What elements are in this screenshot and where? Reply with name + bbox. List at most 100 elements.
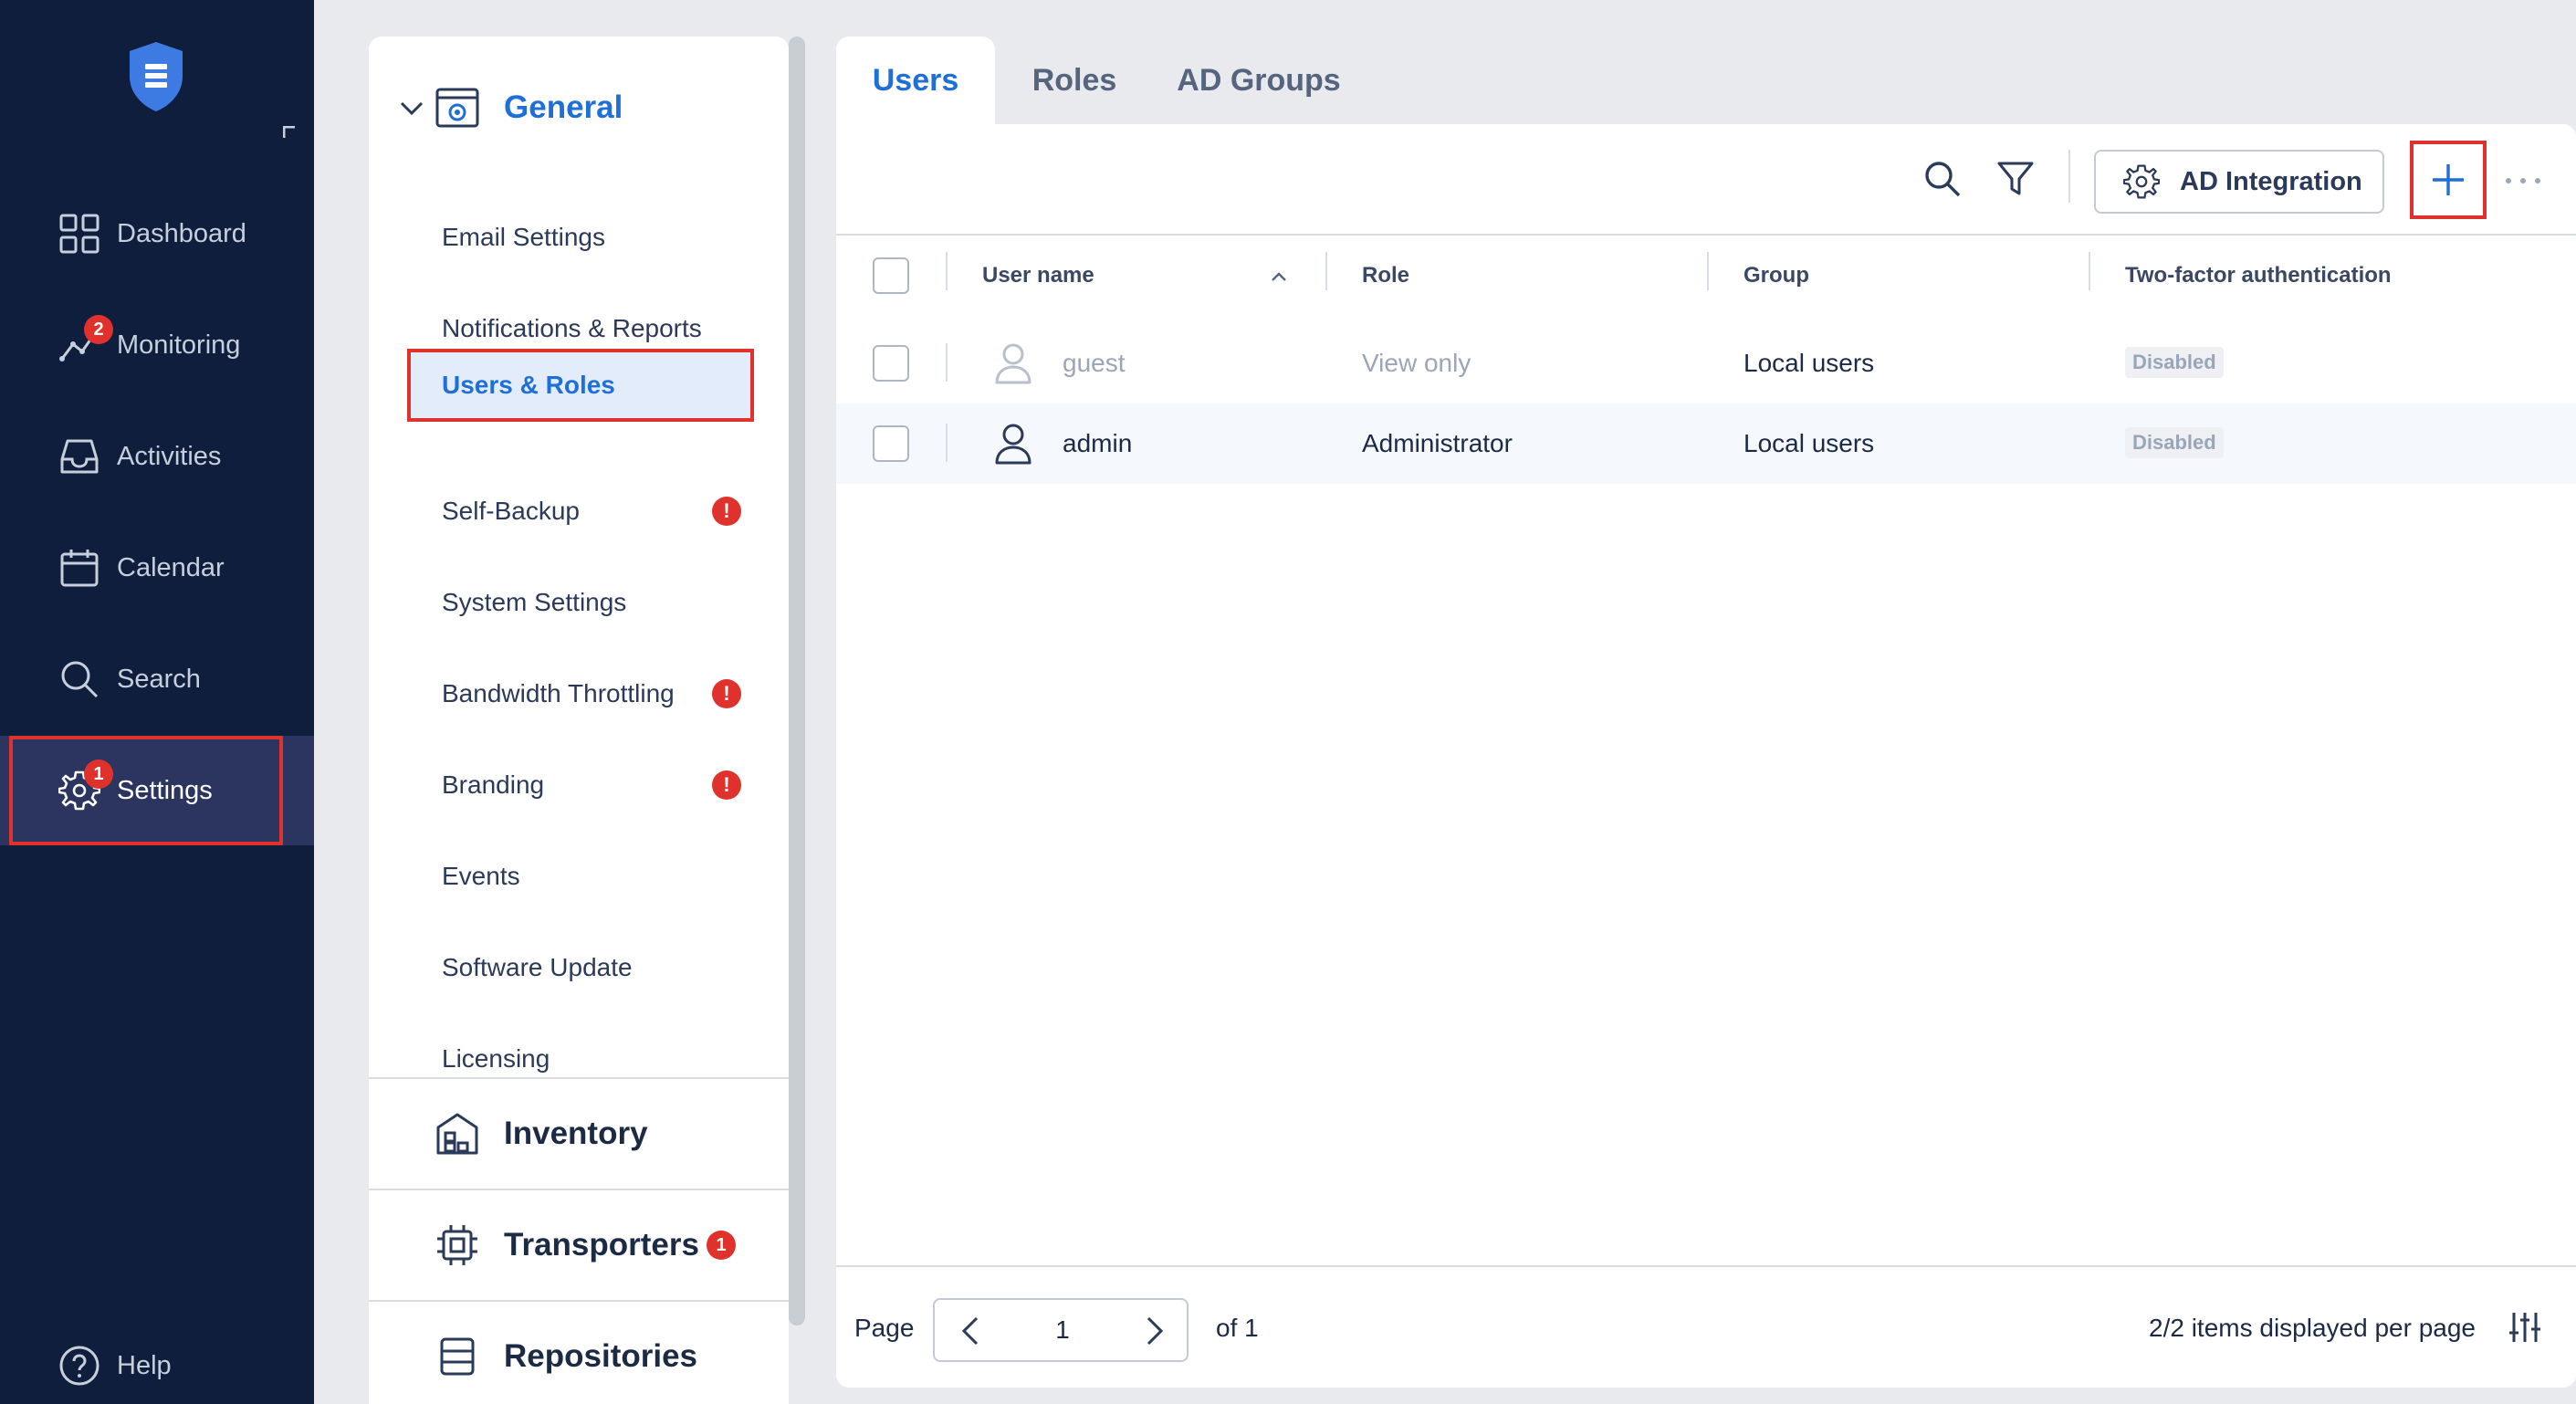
nav-item-label: Activities bbox=[117, 441, 222, 471]
column-divider bbox=[1707, 252, 1709, 290]
submenu-item-email-settings[interactable]: Email Settings bbox=[407, 203, 754, 272]
column-header-user-name[interactable]: User name bbox=[982, 236, 1094, 316]
nav-item-monitoring[interactable]: 2 Monitoring bbox=[0, 295, 314, 395]
row-checkbox[interactable] bbox=[873, 345, 909, 382]
submenu-item-label: Branding bbox=[442, 770, 545, 799]
settings-submenu: General Email Settings Notifications & R… bbox=[369, 37, 789, 1404]
nav-item-settings[interactable]: 1 Settings bbox=[0, 736, 314, 845]
page-number-input[interactable] bbox=[1017, 1300, 1108, 1360]
tab-users[interactable]: Users bbox=[836, 37, 995, 124]
group-general-header[interactable]: General bbox=[369, 53, 789, 162]
user-icon bbox=[995, 343, 1031, 384]
help-icon bbox=[59, 1346, 99, 1386]
group-title: Inventory bbox=[504, 1116, 648, 1151]
chevron-down-icon bbox=[400, 101, 424, 116]
users-panel: AD Integration User name Role Group Two-… bbox=[836, 124, 2576, 1388]
chevron-right-icon[interactable] bbox=[1134, 1311, 1174, 1351]
submenu-item-self-backup[interactable]: Self-Backup ! bbox=[407, 477, 754, 546]
submenu-item-users-roles[interactable]: Users & Roles bbox=[407, 349, 754, 422]
calendar-icon bbox=[60, 550, 99, 587]
storage-icon bbox=[440, 1337, 475, 1376]
warning-icon: ! bbox=[712, 497, 741, 526]
column-header-label: Role bbox=[1362, 263, 1410, 288]
more-options-icon[interactable] bbox=[2503, 161, 2543, 201]
page-label: Page bbox=[854, 1314, 915, 1342]
user-icon bbox=[995, 424, 1031, 465]
submenu-item-system-settings[interactable]: System Settings bbox=[407, 568, 754, 637]
nav-item-label: Search bbox=[117, 664, 201, 694]
column-divider bbox=[1325, 252, 1327, 290]
group-transporters-header[interactable]: Transporters 1 bbox=[369, 1190, 789, 1300]
notification-badge: 2 bbox=[84, 315, 113, 344]
sort-ascending-icon[interactable] bbox=[1269, 267, 1289, 287]
submenu-item-events[interactable]: Events bbox=[407, 842, 754, 911]
table-row[interactable]: guest View only Local users Disabled bbox=[836, 323, 2576, 403]
submenu-item-label: Bandwidth Throttling bbox=[442, 679, 675, 707]
submenu-item-label: Software Update bbox=[442, 953, 633, 981]
column-settings-icon[interactable] bbox=[2507, 1309, 2543, 1346]
submenu-item-label: Self-Backup bbox=[442, 497, 580, 525]
collapse-sidebar-icon[interactable] bbox=[283, 126, 296, 139]
filter-icon[interactable] bbox=[1995, 159, 2036, 199]
nav-item-calendar[interactable]: Calendar bbox=[0, 518, 314, 618]
nav-item-label: Dashboard bbox=[117, 218, 246, 248]
submenu-item-software-update[interactable]: Software Update bbox=[407, 933, 754, 1002]
toolbar: AD Integration bbox=[836, 124, 2576, 236]
page-total-label: of 1 bbox=[1216, 1314, 1259, 1342]
page-selector bbox=[933, 1298, 1189, 1362]
column-header-two-factor[interactable]: Two-factor authentication bbox=[2125, 236, 2392, 316]
submenu-item-bandwidth-throttling[interactable]: Bandwidth Throttling ! bbox=[407, 659, 754, 728]
group-title: Transporters bbox=[504, 1227, 699, 1263]
group-title: Repositories bbox=[504, 1338, 697, 1374]
user-name-cell: guest bbox=[1063, 349, 1126, 377]
main-sidebar: Dashboard 2 Monitoring Activities Calend… bbox=[0, 0, 314, 1404]
tab-roles[interactable]: Roles bbox=[995, 37, 1154, 124]
column-divider bbox=[2089, 252, 2090, 290]
select-all-checkbox[interactable] bbox=[873, 257, 909, 294]
nav-item-dashboard[interactable]: Dashboard bbox=[0, 183, 314, 284]
app-logo-icon[interactable] bbox=[126, 40, 186, 113]
column-header-label: Two-factor authentication bbox=[2125, 263, 2392, 288]
nav-item-search[interactable]: Search bbox=[0, 629, 314, 729]
submenu-scrollbar[interactable] bbox=[789, 37, 805, 1325]
group-cell: Local users bbox=[1744, 429, 1875, 457]
submenu-item-label: Events bbox=[442, 862, 520, 890]
status-badge: Disabled bbox=[2125, 347, 2224, 378]
nav-item-help[interactable]: Help bbox=[0, 1315, 314, 1404]
inbox-icon bbox=[60, 439, 99, 474]
table-header: User name Role Group Two-factor authenti… bbox=[836, 236, 2576, 316]
tab-ad-groups[interactable]: AD Groups bbox=[1154, 37, 1364, 124]
add-user-button[interactable] bbox=[2410, 141, 2487, 219]
submenu-item-branding[interactable]: Branding ! bbox=[407, 750, 754, 820]
column-divider bbox=[946, 343, 948, 382]
divider bbox=[2068, 150, 2070, 203]
row-checkbox[interactable] bbox=[873, 425, 909, 462]
chevron-left-icon[interactable] bbox=[951, 1311, 991, 1351]
notification-badge: 1 bbox=[707, 1231, 736, 1260]
group-cell: Local users bbox=[1744, 349, 1875, 377]
ad-integration-button[interactable]: AD Integration bbox=[2094, 150, 2384, 214]
group-inventory-header[interactable]: Inventory bbox=[369, 1079, 789, 1189]
building-icon bbox=[436, 1113, 478, 1155]
table-row[interactable]: admin Administrator Local users Disabled bbox=[836, 403, 2576, 484]
items-per-page-label: 2/2 items displayed per page bbox=[2149, 1314, 2476, 1342]
submenu-item-label: Users & Roles bbox=[442, 371, 615, 399]
nav-item-activities[interactable]: Activities bbox=[0, 406, 314, 507]
chip-icon bbox=[437, 1225, 477, 1265]
column-header-role[interactable]: Role bbox=[1362, 236, 1409, 316]
group-title: General bbox=[504, 89, 623, 125]
group-repositories-header[interactable]: Repositories bbox=[369, 1302, 789, 1404]
column-header-group[interactable]: Group bbox=[1744, 236, 1809, 316]
search-icon bbox=[61, 661, 99, 698]
search-icon[interactable] bbox=[1922, 159, 1963, 199]
status-badge: Disabled bbox=[2125, 427, 2224, 458]
submenu-item-label: Notifications & Reports bbox=[442, 314, 702, 342]
nav-item-label: Monitoring bbox=[117, 330, 241, 360]
pagination-bar: Page of 1 2/2 items displayed per page bbox=[836, 1265, 2576, 1388]
column-divider bbox=[946, 252, 948, 290]
column-header-label: Group bbox=[1744, 263, 1809, 288]
user-name-cell: admin bbox=[1063, 429, 1133, 457]
role-cell: View only bbox=[1362, 349, 1471, 377]
tab-label: AD Groups bbox=[1177, 62, 1341, 98]
dashboard-icon bbox=[59, 214, 99, 254]
